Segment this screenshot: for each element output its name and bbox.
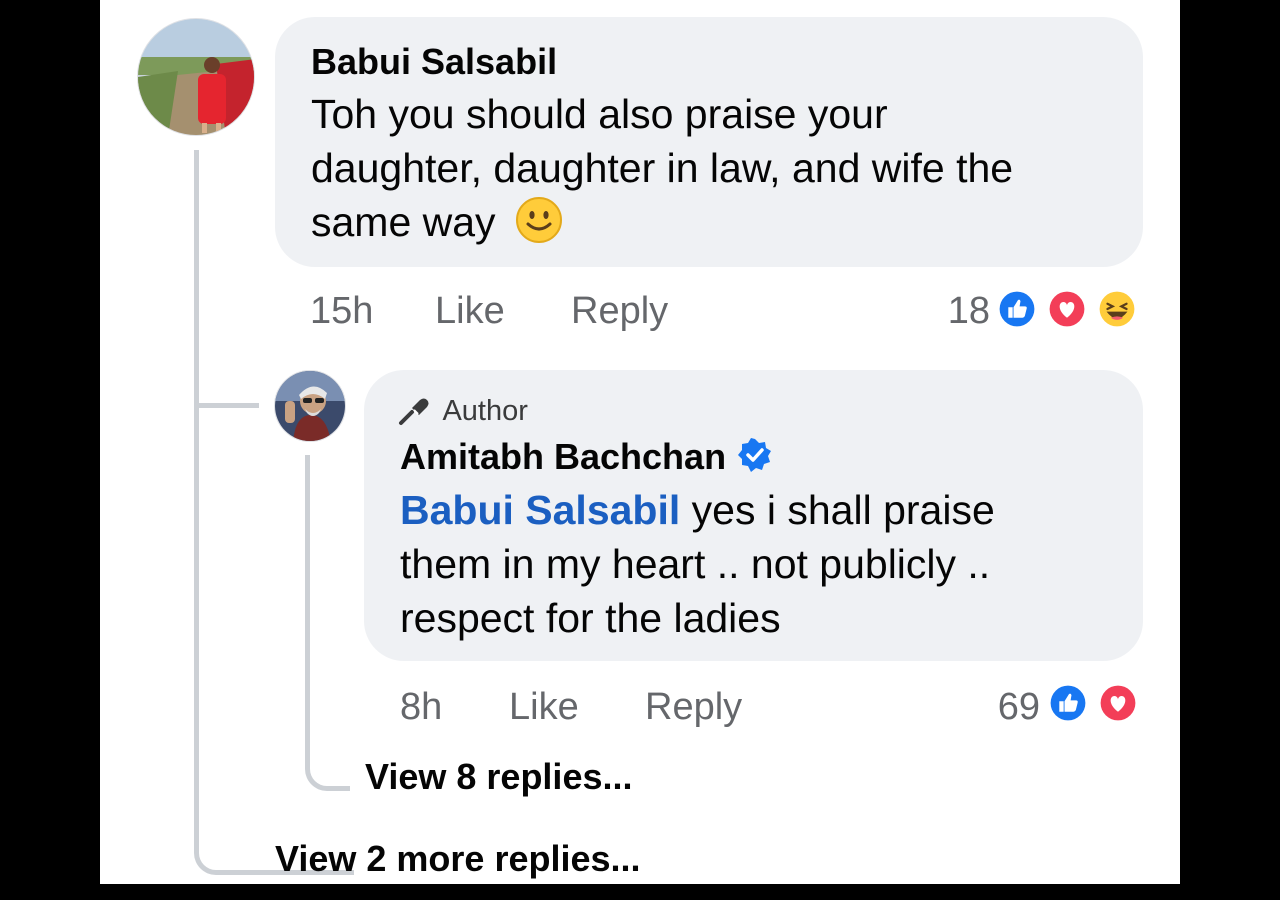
reply-timestamp[interactable]: 8h: [400, 686, 442, 729]
smile-emoji-icon: [515, 197, 562, 243]
like-icon: [994, 286, 1040, 332]
comment-text-line-end: same way: [311, 199, 496, 245]
author-badge: Author: [398, 394, 528, 428]
thread-line-branch: [194, 403, 259, 408]
love-icon: [1095, 680, 1141, 726]
comment-bubble: Babui Salsabil Toh you should also prais…: [275, 17, 1143, 267]
view-replies-link[interactable]: View 8 replies...: [365, 756, 633, 798]
reply-button[interactable]: Reply: [571, 290, 668, 333]
comment-text: Toh you should also praise your daughter…: [311, 87, 1131, 249]
mention-link[interactable]: Babui Salsabil: [400, 487, 680, 533]
verified-badge-icon: [737, 438, 771, 472]
love-icon: [1044, 286, 1090, 332]
thread-line-nested: [305, 455, 350, 791]
reply-bubble: Author Amitabh Bachchan Babui Salsabil y…: [364, 370, 1143, 661]
like-icon: [1045, 680, 1091, 726]
avatar-photo: [275, 371, 345, 441]
reaction-count[interactable]: 18: [920, 290, 990, 333]
reply-text-line: them in my heart .. not publicly ..: [400, 541, 991, 587]
reply-text-line: respect for the ladies: [400, 595, 781, 641]
comment-text-line: same way: [311, 195, 1131, 249]
like-button[interactable]: Like: [435, 290, 505, 333]
comment-author-name[interactable]: Babui Salsabil: [311, 41, 557, 83]
comment-text-line: daughter, daughter in law, and wife the: [311, 145, 1014, 191]
author-badge-label: Author: [442, 395, 528, 427]
comment-timestamp[interactable]: 15h: [310, 290, 373, 333]
avatar[interactable]: [137, 18, 255, 136]
reply-text: Babui Salsabil yes i shall praise them i…: [400, 483, 1130, 645]
reaction-icons[interactable]: [994, 286, 1146, 336]
comment-thread-panel: Babui Salsabil Toh you should also prais…: [100, 0, 1180, 884]
reply-text-first: yes i shall praise: [691, 487, 995, 533]
reply-author-name[interactable]: Amitabh Bachchan: [400, 436, 726, 477]
reply-text-line: Babui Salsabil yes i shall praise: [400, 483, 1130, 537]
avatar[interactable]: [274, 370, 346, 442]
comment-text-line: Toh you should also praise your: [311, 91, 888, 137]
view-more-replies-link[interactable]: View 2 more replies...: [275, 838, 641, 880]
reply-button[interactable]: Reply: [645, 686, 742, 729]
like-button[interactable]: Like: [509, 686, 579, 729]
reply-author-row: Amitabh Bachchan: [400, 436, 773, 478]
microphone-icon: [399, 398, 429, 425]
haha-icon: [1094, 286, 1140, 332]
reaction-count[interactable]: 69: [966, 686, 1040, 729]
reaction-icons[interactable]: [1045, 680, 1147, 730]
avatar-photo: [138, 19, 254, 135]
